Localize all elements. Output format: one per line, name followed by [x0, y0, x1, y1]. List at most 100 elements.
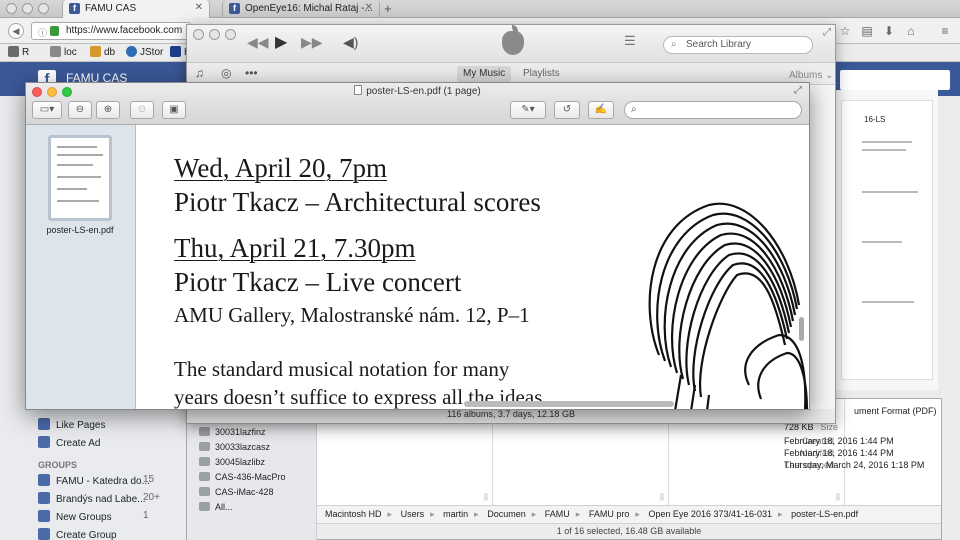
network-icon — [199, 502, 210, 511]
bookmark-jstor[interactable]: JStor — [126, 46, 163, 58]
more-icon[interactable]: ••• — [245, 66, 258, 80]
annotate-button[interactable]: ✍ — [588, 101, 614, 119]
up-next-list-icon[interactable]: ☰ — [624, 33, 636, 49]
path-separator-icon: ▸ — [778, 509, 783, 519]
window-close-button[interactable] — [193, 29, 204, 40]
sidebar-item-group-famu[interactable]: FAMU - Katedra do... 15 — [38, 474, 154, 487]
podcast-icon[interactable]: ◎ — [221, 66, 231, 80]
path-separator-icon: ▸ — [635, 509, 640, 519]
path-item[interactable]: Users — [401, 509, 425, 519]
rotate-button[interactable]: ↺ — [554, 101, 580, 119]
finder-sidebar-item[interactable]: 30031lazfinz — [199, 427, 266, 437]
music-note-icon[interactable]: ♫ — [195, 66, 204, 80]
sidebar-item-new-groups[interactable]: New Groups 1 — [38, 510, 149, 523]
finder-sidebar-item[interactable]: CAS-iMac-428 — [199, 487, 274, 497]
sidebar-item-create-group[interactable]: Create Group — [38, 528, 117, 540]
finder-sidebar-item[interactable]: CAS-436-MacPro — [199, 472, 286, 482]
path-separator-icon: ▸ — [387, 509, 393, 519]
vertical-scrollbar[interactable] — [798, 127, 805, 409]
info-icon[interactable]: ⓘ — [38, 25, 47, 39]
actual-size-button[interactable]: ⊙ — [130, 101, 154, 119]
albums-menu[interactable]: Albums ⌄ — [789, 70, 834, 81]
share-button[interactable]: ▣ — [162, 101, 186, 119]
chevron-down-icon: ⌄ — [825, 70, 834, 81]
rewind-icon[interactable]: ◀◀ — [247, 34, 269, 51]
library-search-input[interactable]: ⌕ Search Library — [663, 36, 813, 54]
window-minimize-button[interactable] — [209, 29, 220, 40]
path-item[interactable]: martin — [443, 509, 468, 519]
path-item[interactable]: FAMU pro — [589, 509, 630, 519]
finder-sidebar-item[interactable]: 30033lazcasz — [199, 442, 270, 452]
finder-sidebar-label: All... — [215, 502, 233, 512]
window-zoom-button[interactable] — [225, 29, 236, 40]
close-tab-icon[interactable]: ✕ — [365, 2, 373, 13]
fullscreen-icon[interactable]: ⤢ — [794, 85, 802, 96]
column-resize-handle[interactable]: || — [484, 492, 488, 501]
albums-menu-label: Albums — [789, 70, 823, 81]
background-pdf-page: 16-LS — [841, 100, 933, 380]
bookmark-icon — [8, 46, 19, 57]
browser-tab-openeye[interactable]: f OpenEye16: Michal Rataj -... ✕ — [222, 0, 380, 18]
zoom-out-button[interactable]: ⊖ — [68, 101, 92, 119]
leg-line — [690, 384, 697, 409]
window-close-button[interactable] — [6, 3, 17, 14]
sidebar-view-button[interactable]: ▭▾ — [32, 101, 62, 119]
markup-button[interactable]: ✎▾ — [510, 101, 546, 119]
tab-my-music[interactable]: My Music — [457, 66, 512, 82]
preview-search-input[interactable]: ⌕ — [624, 101, 802, 119]
group-icon — [38, 474, 50, 486]
browser-tab-bar: f FAMU CAS ✕ f OpenEye16: Michal Rataj -… — [0, 0, 960, 18]
close-tab-icon[interactable]: ✕ — [195, 2, 203, 13]
finder-sidebar-item[interactable]: 30045lazlibz — [199, 457, 265, 467]
window-zoom-button[interactable] — [38, 3, 49, 14]
path-item[interactable]: FAMU — [545, 509, 570, 519]
search-icon: ⌕ — [631, 104, 637, 115]
path-item[interactable]: Documen — [487, 509, 526, 519]
bookmark-icon — [90, 46, 101, 57]
facebook-search-input[interactable] — [840, 70, 950, 90]
back-button[interactable]: ◀ — [8, 23, 24, 39]
pdf-page-view[interactable]: Wed, April 20, 7pm Piotr Tkacz – Archite… — [137, 125, 809, 409]
resize-icon[interactable]: ⤢ — [823, 27, 831, 38]
horizontal-scrollbar[interactable] — [464, 401, 674, 407]
address-bar[interactable]: ⓘ https://www.facebook.com — [31, 22, 191, 40]
column-resize-handle[interactable]: || — [836, 492, 840, 501]
menu-icon[interactable]: ≡ — [938, 24, 952, 38]
home-icon[interactable]: ⌂ — [904, 24, 918, 38]
bookmark-r[interactable]: R — [8, 46, 29, 58]
bookmark-loc[interactable]: loc — [50, 46, 77, 58]
sidebar-item-create-ad[interactable]: Create Ad — [38, 436, 100, 449]
volume-icon[interactable]: ◀) — [343, 34, 358, 51]
sidebar-item-like-pages[interactable]: Like Pages — [38, 418, 105, 431]
facebook-favicon-icon: f — [69, 3, 80, 14]
path-item[interactable]: Macintosh HD — [325, 509, 382, 519]
bookmark-icon — [170, 46, 181, 57]
preview-titlebar: poster-LS-en.pdf (1 page) ⤢ ▭▾ ⊖ ⊕ ⊙ ▣ ✎… — [26, 83, 809, 125]
thumb-line — [57, 146, 97, 148]
thumbnail-caption[interactable]: poster-LS-en.pdf — [36, 225, 124, 236]
browser-tab-famu-cas[interactable]: f FAMU CAS ✕ — [62, 0, 210, 18]
page-thumbnail[interactable] — [48, 135, 112, 221]
preview-window: poster-LS-en.pdf (1 page) ⤢ ▭▾ ⊖ ⊕ ⊙ ▣ ✎… — [25, 82, 810, 410]
group-label: Brandýs nad Labe... — [56, 494, 146, 505]
finder-sidebar-item[interactable]: All... — [199, 502, 233, 512]
column-resize-handle[interactable]: || — [660, 492, 664, 501]
play-icon[interactable]: ▶ — [275, 32, 287, 52]
download-icon[interactable]: ⬇ — [882, 24, 896, 38]
bookmark-db[interactable]: db — [90, 46, 115, 58]
fast-forward-icon[interactable]: ▶▶ — [301, 34, 323, 51]
path-separator-icon: ▸ — [531, 509, 537, 519]
group-icon — [38, 492, 50, 504]
group-count: 1 — [143, 510, 149, 521]
finder-sidebar-label: CAS-436-MacPro — [215, 472, 286, 482]
window-minimize-button[interactable] — [22, 3, 33, 14]
zoom-in-button[interactable]: ⊕ — [96, 101, 120, 119]
path-item[interactable]: poster-LS-en.pdf — [791, 509, 858, 519]
tab-playlists[interactable]: Playlists — [517, 66, 566, 82]
path-item[interactable]: Open Eye 2016 373/41-16-031 — [648, 509, 772, 519]
reading-list-icon[interactable]: ▤ — [860, 24, 874, 38]
star-icon[interactable]: ☆ — [838, 24, 852, 38]
scrollbar-thumb[interactable] — [799, 317, 804, 341]
new-tab-button[interactable]: + — [384, 1, 392, 16]
sidebar-item-group-brandys[interactable]: Brandýs nad Labe... 20+ — [38, 492, 160, 505]
